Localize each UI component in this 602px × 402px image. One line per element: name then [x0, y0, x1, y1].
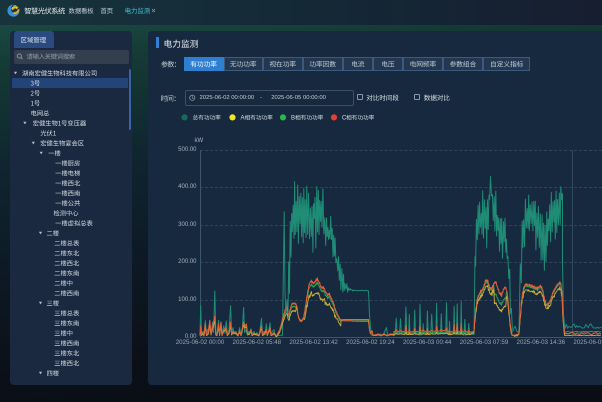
svg-text:A: A [241, 116, 245, 122]
svg-text:B: B [291, 116, 295, 122]
